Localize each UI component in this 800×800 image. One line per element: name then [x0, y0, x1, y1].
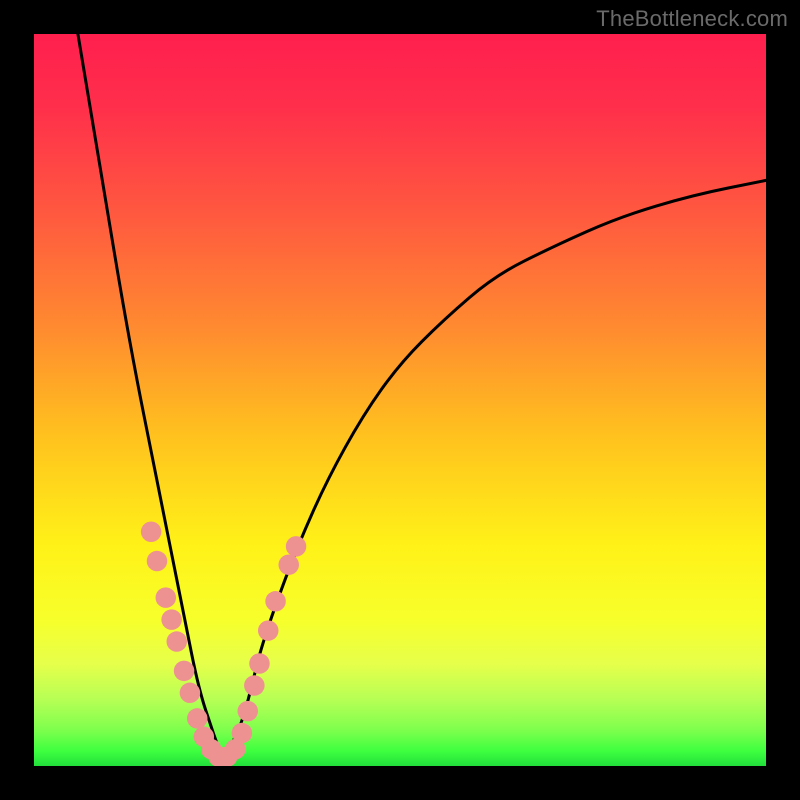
curve-left_branch	[78, 34, 224, 759]
data-marker	[265, 591, 286, 612]
data-marker	[174, 661, 195, 682]
data-marker	[249, 653, 270, 674]
data-marker	[244, 675, 265, 696]
data-marker	[286, 536, 307, 557]
watermark-text: TheBottleneck.com	[596, 6, 788, 32]
chart-stage: TheBottleneck.com	[0, 0, 800, 800]
data-marker	[156, 587, 177, 608]
data-marker	[278, 554, 299, 575]
marker-group	[141, 522, 306, 766]
plot-area	[34, 34, 766, 766]
data-marker	[232, 723, 253, 744]
data-marker	[161, 609, 182, 630]
data-marker	[187, 708, 208, 729]
data-marker	[166, 631, 187, 652]
data-marker	[147, 551, 168, 572]
data-marker	[237, 701, 257, 722]
data-marker	[141, 522, 162, 543]
data-marker	[180, 683, 201, 704]
curve-right_branch	[224, 180, 766, 758]
data-marker	[258, 620, 279, 641]
chart-svg	[34, 34, 766, 766]
